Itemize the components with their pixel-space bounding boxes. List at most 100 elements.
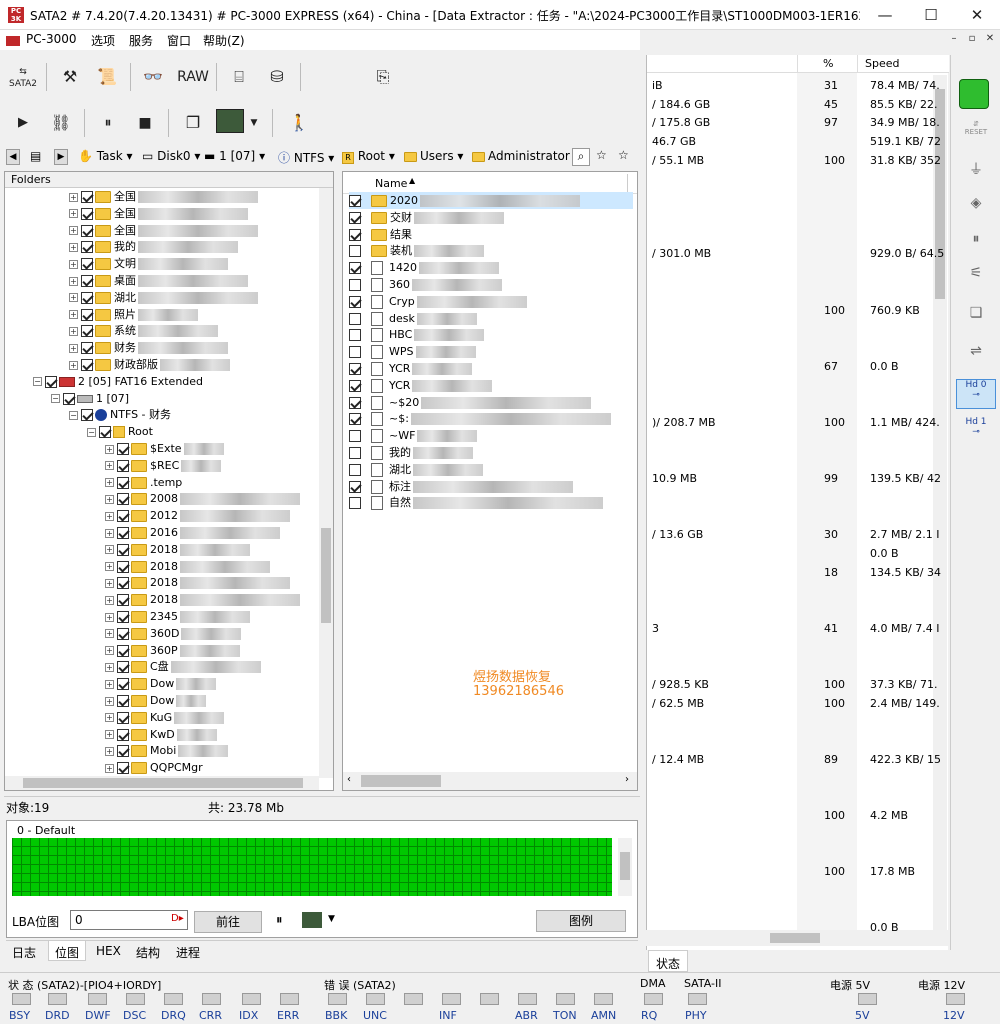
tree-checkbox[interactable] [117,695,129,707]
files-horizontal-scrollbar[interactable]: ‹ › [343,772,637,790]
expand-icon[interactable]: + [105,478,114,488]
file-row[interactable]: Cryp [349,293,633,310]
tree-item[interactable]: − Root [87,423,153,440]
drive-image-icon[interactable]: ⛁ [262,62,292,92]
tree-checkbox[interactable] [81,291,93,304]
file-checkbox[interactable] [349,262,361,275]
menu-pc3000[interactable]: PC-3000 [26,32,76,46]
power-icon[interactable]: ⏚ [959,159,993,189]
tree-checkbox[interactable] [81,409,93,422]
tree-checkbox[interactable] [99,426,111,439]
expand-icon[interactable]: + [105,679,114,689]
stop-icon[interactable]: ■ [130,108,160,138]
menu-service[interactable]: 服务 [129,32,153,49]
expand-icon[interactable]: + [69,276,78,286]
tree-checkbox[interactable] [117,459,129,472]
file-checkbox[interactable] [349,463,361,476]
tree-item[interactable]: +360P [105,642,240,659]
tree-checkbox[interactable] [81,207,93,220]
tree-checkbox[interactable] [45,375,57,388]
tree-item[interactable]: + Dow [105,675,217,692]
expand-icon[interactable]: + [105,662,114,672]
raw-button[interactable]: RAW [176,62,210,92]
copy-icon[interactable]: ❐ [178,108,208,138]
tree-item[interactable]: − 2 [05] FAT16 Extended [33,373,203,390]
binoculars-icon[interactable]: 👓 [138,62,168,92]
expand-icon[interactable]: + [105,713,114,723]
tree-item[interactable]: + .temp [105,474,182,491]
crumb-administrator[interactable]: Administrator ▾ [472,149,580,163]
expand-icon[interactable]: + [105,612,114,622]
file-row[interactable]: 湖北 [349,461,633,478]
file-row[interactable]: 装机 [349,242,633,259]
crumb-root[interactable]: R Root ▾ [342,149,395,164]
file-checkbox[interactable] [349,497,361,510]
tree-item[interactable]: + 全国 [69,188,258,205]
tree-checkbox[interactable] [117,627,129,640]
expand-icon[interactable]: + [69,293,78,303]
expand-icon[interactable]: + [105,629,114,639]
tree-checkbox[interactable] [117,728,129,741]
crumb-task[interactable]: ✋ Task ▾ [78,149,133,163]
file-row[interactable]: desk [349,310,633,327]
tree-checkbox[interactable] [81,258,93,271]
menu-help[interactable]: 帮助(Z) [203,32,245,49]
tools-icon[interactable]: ⚒ [55,62,85,92]
search-icon[interactable]: ⌕ [572,148,590,166]
percent-column-header[interactable]: % [823,57,833,70]
tree-checkbox[interactable] [117,443,129,455]
legend-button[interactable]: 图例 [536,910,626,932]
minimize-button[interactable]: — [862,0,908,30]
collapse-icon[interactable]: − [87,427,96,437]
expand-icon[interactable]: + [105,545,114,555]
tree-item[interactable]: + C盘 [105,658,261,675]
expand-icon[interactable]: + [69,360,78,370]
tree-checkbox[interactable] [81,325,93,338]
bitmap-mode-icon[interactable] [302,912,322,928]
mdi-minimize-icon[interactable]: – [946,33,962,47]
tree-checkbox[interactable] [117,527,129,539]
tree-item[interactable]: + 财政部版 [69,356,230,373]
export-icon[interactable]: ⎘ [368,62,398,92]
tree-item[interactable]: + $Exte [105,440,224,457]
expand-icon[interactable]: + [69,259,78,269]
crumb-users[interactable]: Users ▾ [404,149,463,163]
tab-hex[interactable]: HEX [96,944,121,958]
file-checkbox[interactable] [349,295,361,308]
expand-icon[interactable]: + [105,595,114,605]
folder-tree-icon[interactable]: ▤ [30,149,41,163]
tree-item[interactable]: +2018 [105,541,250,558]
name-column-header[interactable]: Name [375,177,407,190]
close-button[interactable]: ✕ [954,0,1000,30]
file-checkbox[interactable] [349,195,361,207]
reset-button[interactable]: ⇵ RESET [959,120,993,136]
expand-icon[interactable]: + [105,511,114,521]
tree-checkbox[interactable] [117,493,129,506]
tree-item[interactable]: − NTFS - 财务 [69,406,171,423]
tree-item[interactable]: + 财务 [69,339,228,356]
expand-icon[interactable]: + [105,578,114,588]
tree-checkbox[interactable] [117,476,129,489]
expand-icon[interactable]: + [105,646,114,656]
tree-item[interactable]: + KuG [105,709,225,726]
sleep-icon[interactable]: ◈ [959,195,993,225]
file-row[interactable]: 1420 [349,259,633,276]
file-checkbox[interactable] [349,245,361,258]
tree-checkbox[interactable] [81,275,93,287]
tree-checkbox[interactable] [81,224,93,237]
file-row[interactable]: 结果 [349,226,633,243]
tree-item[interactable]: +2016 [105,524,280,541]
file-row[interactable]: WPS [349,343,633,360]
file-row[interactable]: ~$: [349,410,633,427]
expand-icon[interactable]: + [69,209,78,219]
file-checkbox[interactable] [349,430,361,443]
file-row[interactable]: 360 [349,276,633,293]
tree-item[interactable]: + 全国 [69,222,258,239]
tree-checkbox[interactable] [117,762,129,775]
file-list[interactable]: 2020 交财 结果 装机 1420 360 Cryp desk HBC WPS YCR YCR ~$2… [343,192,637,512]
file-checkbox[interactable] [349,480,361,493]
file-checkbox[interactable] [349,312,361,325]
file-row[interactable]: HBC [349,326,633,343]
tree-checkbox[interactable] [81,308,93,321]
tree-vertical-scrollbar[interactable] [319,188,333,778]
